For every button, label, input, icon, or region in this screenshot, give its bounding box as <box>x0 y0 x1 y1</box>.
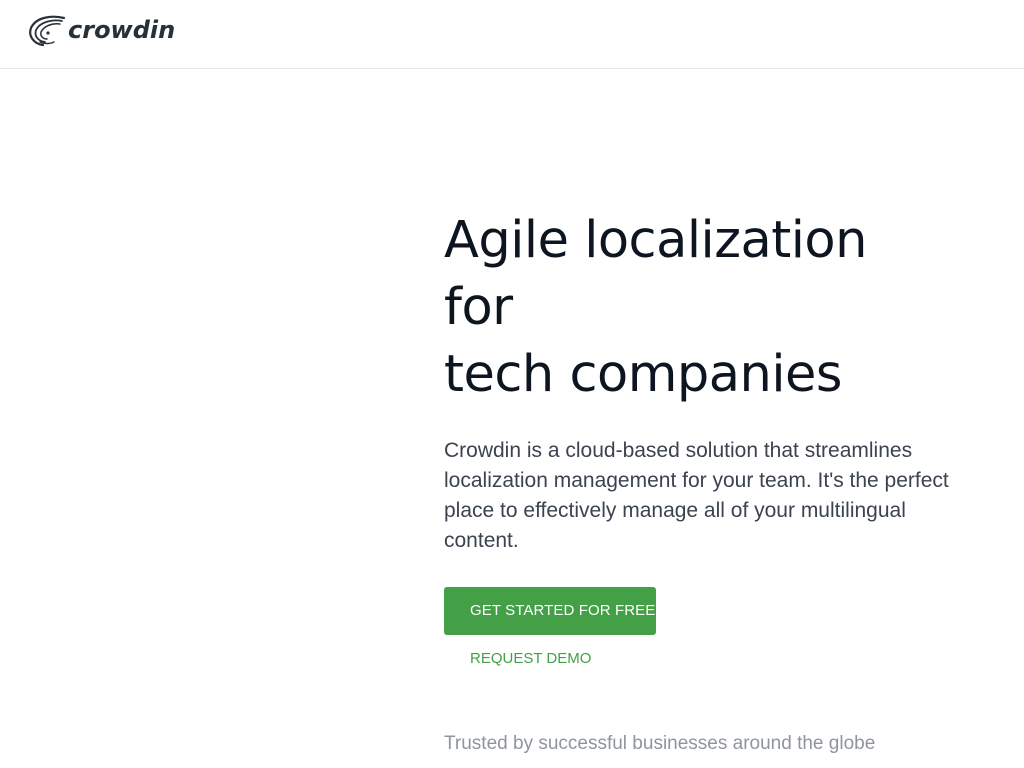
page: crowdin Agile localization for tech comp… <box>0 0 1024 768</box>
crowdin-swirl-logo-icon <box>29 15 66 47</box>
trusted-by-text: Trusted by successful businesses around … <box>444 733 876 754</box>
crowdin-logo: crowdin <box>29 15 175 47</box>
hero-section: Agile localization for tech companies Cr… <box>444 207 1004 669</box>
crowdin-logo-link[interactable]: crowdin <box>28 14 210 48</box>
site-header: crowdin <box>0 0 1024 69</box>
hero-title-line-3: tech companies <box>444 345 842 404</box>
logo-wordmark: crowdin <box>68 16 175 44</box>
request-demo-link[interactable]: REQUEST DEMO <box>470 649 1004 669</box>
get-started-button[interactable]: GET STARTED FOR FREE <box>444 587 656 635</box>
hero-title: Agile localization for tech companies <box>444 207 1004 408</box>
hero-title-line-1: Agile localization <box>444 211 867 270</box>
hero-description: Crowdin is a cloud-based solution that s… <box>444 439 949 552</box>
hero-title-line-2: for <box>444 278 513 337</box>
